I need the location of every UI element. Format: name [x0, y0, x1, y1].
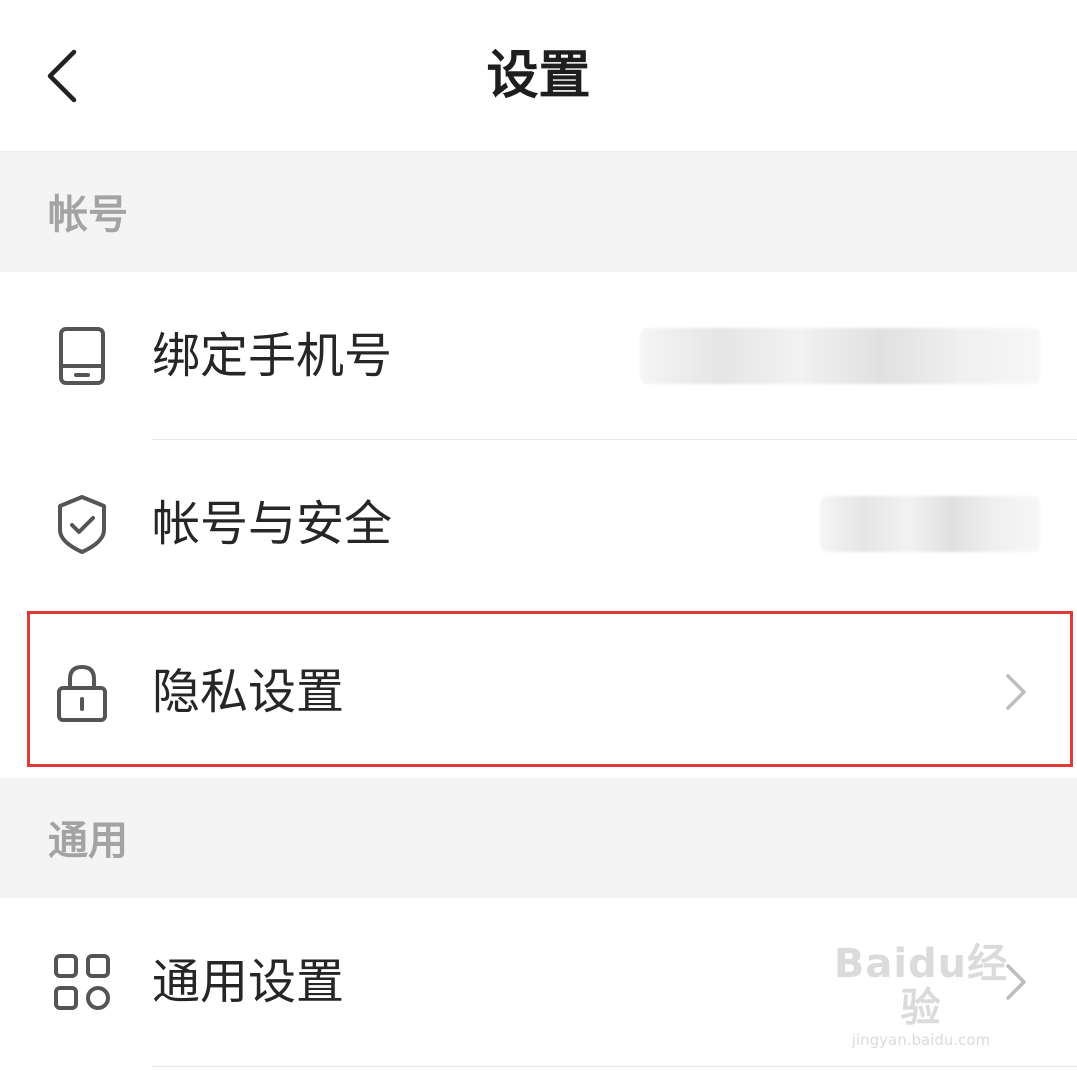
redacted-phone-value	[640, 328, 1040, 384]
row-account-security[interactable]: 帐号与安全	[0, 440, 1077, 608]
redacted-security-value	[820, 496, 1040, 552]
shield-check-icon	[58, 495, 106, 554]
grid-icon	[54, 954, 110, 1010]
row-label: 通用设置	[152, 954, 345, 1010]
section-title-account: 帐号	[48, 192, 128, 238]
row-bind-phone[interactable]: 绑定手机号	[0, 272, 1077, 440]
page-title: 设置	[486, 46, 591, 106]
row-privacy-settings[interactable]: 隐私设置	[0, 608, 1077, 776]
baidu-watermark: Baidu经验 jingyan.baidu.com	[821, 942, 1021, 1050]
section-title-general: 通用	[48, 818, 128, 864]
row-divider	[152, 1066, 1077, 1067]
lock-icon	[57, 664, 107, 722]
watermark-url: jingyan.baidu.com	[851, 1031, 991, 1049]
watermark-brand: Baidu经验	[833, 941, 1009, 1031]
section-header-account: 帐号	[0, 152, 1077, 272]
chevron-right-icon	[1006, 674, 1026, 710]
row-label: 绑定手机号	[152, 328, 393, 384]
phone-icon	[59, 327, 105, 385]
row-label: 帐号与安全	[152, 496, 393, 552]
row-label: 隐私设置	[152, 664, 345, 720]
section-header-general: 通用	[0, 778, 1077, 898]
top-nav-bar: 设置	[0, 0, 1077, 152]
